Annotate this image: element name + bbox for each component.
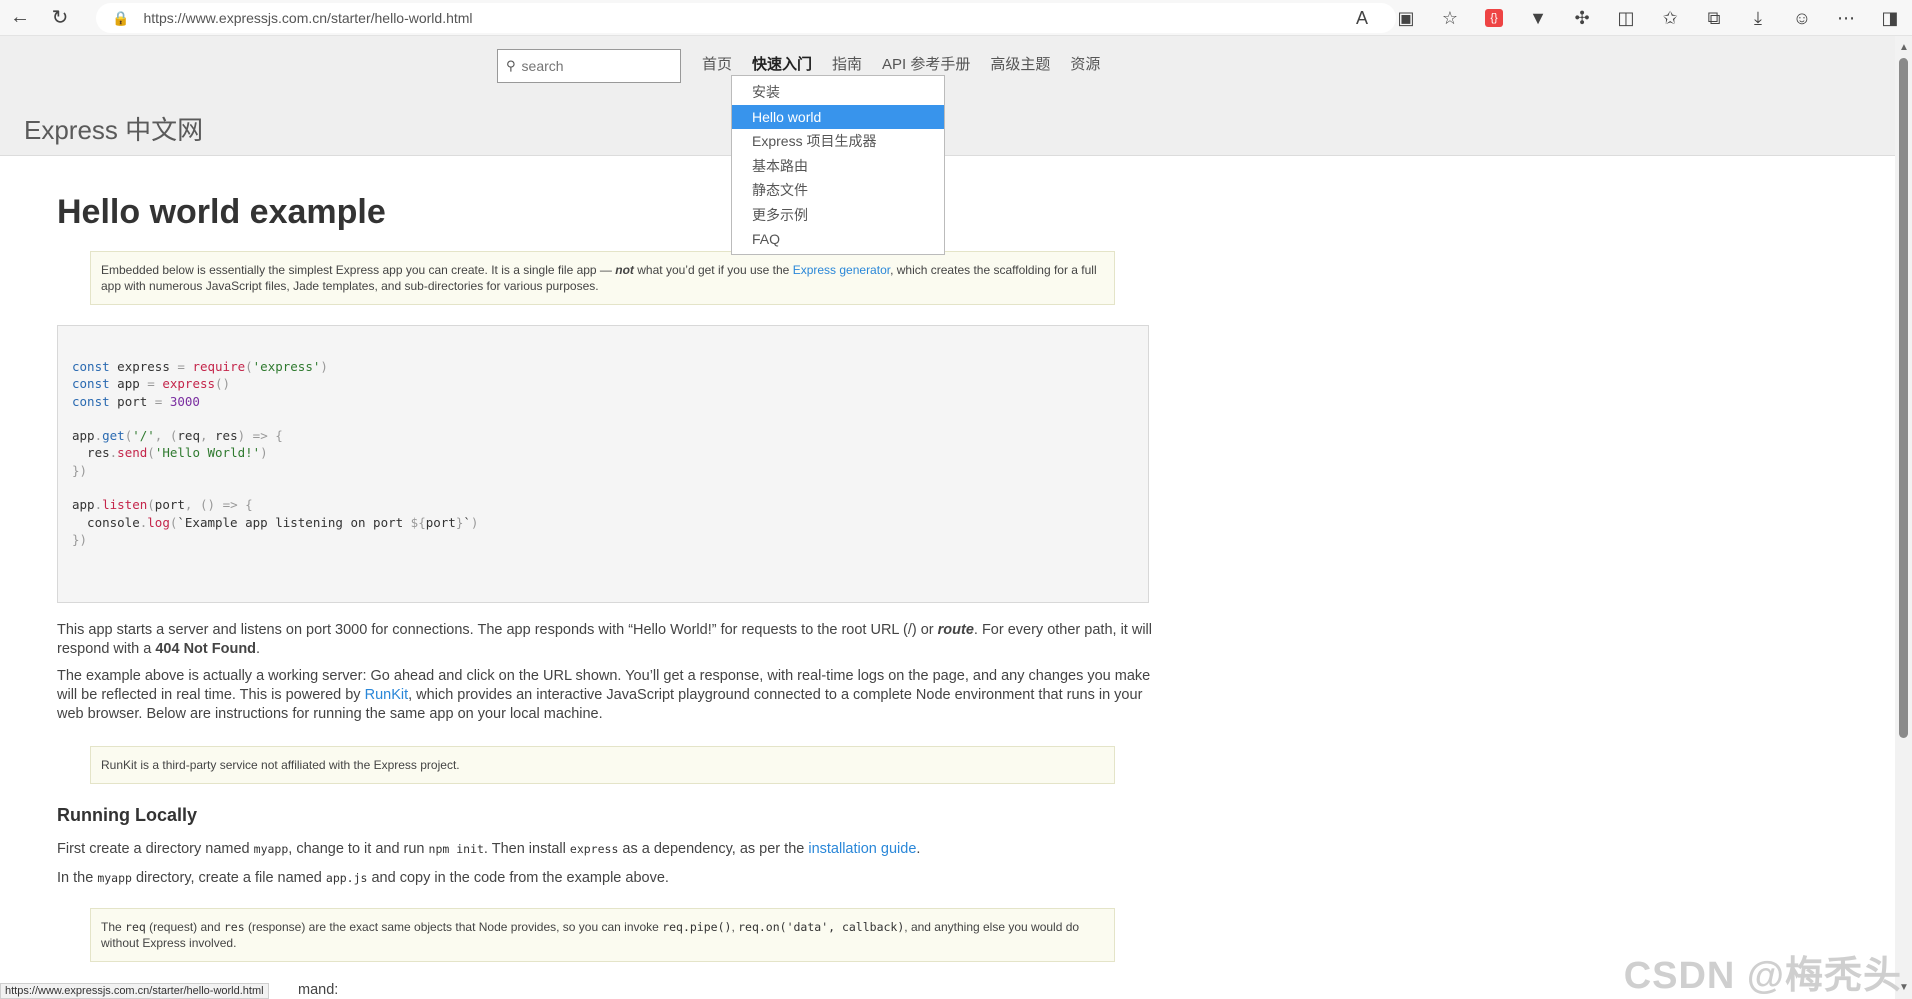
dropdown-item-generator[interactable]: Express 项目生成器 <box>732 129 944 154</box>
site-logo[interactable]: Express 中文网 <box>24 110 203 147</box>
code-line: const express = require('express') <box>72 359 328 374</box>
nav-api-reference[interactable]: API 参考手册 <box>882 53 970 74</box>
nav-advanced-topics[interactable]: 高级主题 <box>990 53 1050 74</box>
search-box[interactable]: ⚲ <box>497 49 681 83</box>
search-input[interactable] <box>521 58 662 74</box>
site-nav: 首页 快速入门 指南 API 参考手册 高级主题 资源 <box>702 53 1120 74</box>
site-header: ⚲ 首页 快速入门 指南 API 参考手册 高级主题 资源 Express 中文… <box>0 36 1895 156</box>
dropdown-item-basic-routing[interactable]: 基本路由 <box>732 154 944 179</box>
paragraph-server-description: This app starts a server and listens on … <box>57 622 1152 657</box>
more-menu-icon[interactable]: ⋯ <box>1824 0 1868 36</box>
extension-json-icon[interactable]: {} <box>1472 0 1516 36</box>
page-title: Hello world example <box>57 193 386 231</box>
note-runkit: RunKit is a third-party service not affi… <box>90 746 1115 784</box>
back-icon[interactable]: ← <box>0 0 40 36</box>
read-aloud-icon[interactable]: A <box>1340 0 1384 36</box>
browser-actions: A ▣ ☆ {} ▼ ✣ ◫ ✩ ⧉ ⤓ ☺ ⋯ ◨ <box>1340 0 1912 36</box>
collections-icon[interactable]: ⧉ <box>1692 0 1736 36</box>
nav-getting-started[interactable]: 快速入门 <box>752 53 812 74</box>
refresh-icon[interactable]: ↻ <box>40 0 80 36</box>
truncated-paragraph: mand: <box>298 982 339 998</box>
watermark: CSDN @梅秃头 <box>1623 955 1902 997</box>
code-line: }) <box>72 531 88 547</box>
runkit-link[interactable]: RunKit <box>365 687 409 703</box>
paragraph-create-directory: First create a directory named myapp, ch… <box>57 841 921 857</box>
dropdown-item-hello-world[interactable]: Hello world <box>732 104 944 129</box>
vertical-scrollbar[interactable]: ▲ ▼ <box>1895 36 1912 999</box>
code-block[interactable]: const express = require('express') const … <box>57 325 1149 603</box>
getting-started-dropdown: 安装 Hello world Express 项目生成器 基本路由 静态文件 更… <box>731 75 945 255</box>
status-link-preview: https://www.expressjs.com.cn/starter/hel… <box>0 983 269 999</box>
dropdown-item-faq[interactable]: FAQ <box>732 227 944 252</box>
paragraph-runkit: The example above is actually a working … <box>57 668 1151 722</box>
note-req-res: The req (request) and res (response) are… <box>90 908 1115 962</box>
nav-home[interactable]: 首页 <box>702 53 732 74</box>
search-icon: ⚲ <box>506 58 516 73</box>
dropdown-item-more-examples[interactable]: 更多示例 <box>732 203 944 228</box>
scroll-thumb[interactable] <box>1899 58 1908 738</box>
download-icon[interactable]: ⤓ <box>1736 0 1780 36</box>
nav-guide[interactable]: 指南 <box>832 53 862 74</box>
extension-vue-icon[interactable]: ▼ <box>1516 0 1560 36</box>
immersive-reader-icon[interactable]: ▣ <box>1384 0 1428 36</box>
code-line: res.send('Hello World!') <box>72 445 268 461</box>
sidebar-icon[interactable]: ◨ <box>1868 0 1912 36</box>
address-url: https://www.expressjs.com.cn/starter/hel… <box>143 10 473 26</box>
favorites-icon[interactable]: ✩ <box>1648 0 1692 36</box>
favorite-star-icon[interactable]: ☆ <box>1428 0 1472 36</box>
express-generator-link[interactable]: Express generator <box>793 263 890 277</box>
section-running-locally: Running Locally <box>57 805 198 825</box>
scroll-up-icon[interactable]: ▲ <box>1899 42 1909 53</box>
address-bar[interactable]: 🔒 https://www.expressjs.com.cn/starter/h… <box>96 3 1396 33</box>
lock-icon: 🔒 <box>112 9 130 26</box>
paragraph-create-file: In the myapp directory, create a file na… <box>57 870 669 886</box>
split-screen-icon[interactable]: ◫ <box>1604 0 1648 36</box>
code-line: const app = express() <box>72 376 231 392</box>
code-line: app.get('/', (req, res) => { <box>72 428 283 444</box>
dropdown-item-install[interactable]: 安装 <box>732 80 944 105</box>
nav-resources[interactable]: 资源 <box>1070 53 1100 74</box>
installation-guide-link[interactable]: installation guide <box>808 841 916 857</box>
note-generator: Embedded below is essentially the simple… <box>90 251 1115 305</box>
extensions-puzzle-icon[interactable]: ✣ <box>1560 0 1604 36</box>
browser-toolbar: ← ↻ 🔒 https://www.expressjs.com.cn/start… <box>0 0 1912 36</box>
code-line: const port = 3000 <box>72 393 200 409</box>
code-line: }) <box>72 462 88 478</box>
code-line: console.log(`Example app listening on po… <box>72 514 479 530</box>
profile-icon[interactable]: ☺ <box>1780 0 1824 36</box>
dropdown-item-static-files[interactable]: 静态文件 <box>732 178 944 203</box>
code-line: app.listen(port, () => { <box>72 497 253 513</box>
